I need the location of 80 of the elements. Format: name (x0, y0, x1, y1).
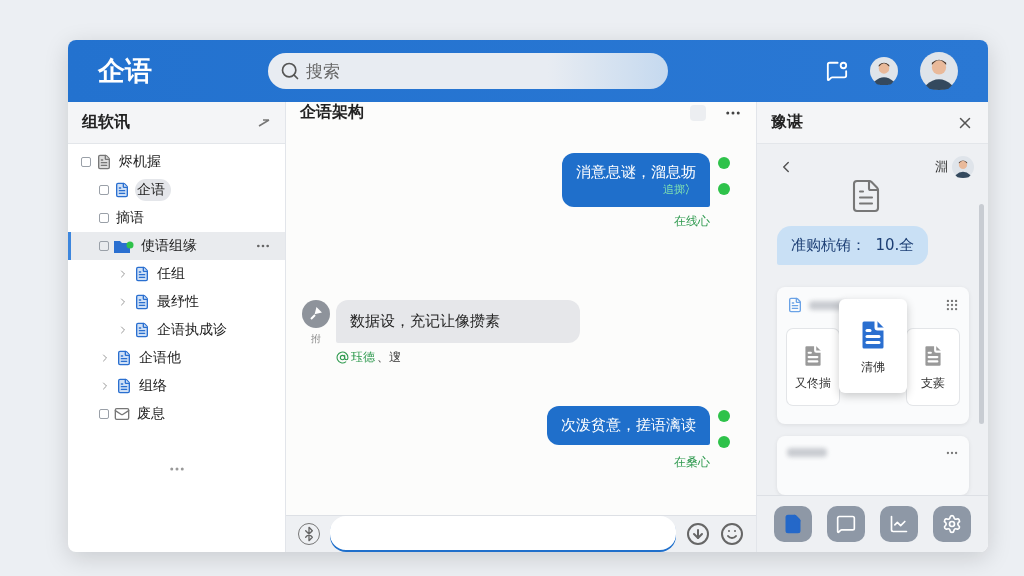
avatar[interactable] (920, 52, 958, 90)
panel-title: 豫谌 (771, 112, 803, 133)
tree-label: 烬机握 (118, 152, 162, 171)
avatar (302, 300, 330, 328)
message-input[interactable] (330, 516, 676, 552)
tree-label: 组络 (138, 376, 168, 395)
mention-text: 、遚 (377, 349, 401, 366)
download-icon[interactable] (686, 522, 710, 546)
message-bubble: 数据设，充记让像攒素 (336, 300, 580, 343)
grid-icon[interactable] (945, 298, 959, 312)
document-icon (787, 297, 803, 313)
tree-label: 企语他 (138, 348, 182, 367)
search-icon (280, 61, 300, 81)
toolbar-button[interactable] (827, 506, 866, 542)
tree-label: 废息 (136, 404, 166, 423)
tree-checkbox[interactable] (81, 157, 91, 167)
folder-icon (114, 239, 134, 253)
tree-checkbox[interactable] (99, 213, 109, 223)
tree-item[interactable]: 企语 (68, 176, 285, 204)
contact-name: 淵 (935, 158, 948, 176)
search-field[interactable]: 搜索 (268, 53, 668, 89)
file-tile[interactable]: 支蒺 (907, 329, 959, 405)
mention-icon (336, 351, 349, 364)
chat-icon[interactable] (826, 60, 848, 82)
tree-checkbox[interactable] (99, 185, 109, 195)
mail-icon (114, 406, 130, 422)
toolbar-button[interactable] (932, 506, 971, 542)
tree-item[interactable]: 摘语 (68, 204, 285, 232)
file-name: 又佟揣 (794, 374, 831, 392)
blurred-title (787, 448, 827, 457)
tree-item[interactable]: 组络 (68, 372, 285, 400)
tree-item[interactable]: 任组 (68, 260, 285, 288)
app-logo: 企语 (98, 54, 153, 88)
emoji-icon[interactable] (720, 522, 744, 546)
file-tile[interactable]: 又佟揣 (787, 329, 839, 405)
message-status: 在桑心 (674, 454, 710, 471)
document-icon (114, 182, 130, 198)
document-icon (134, 266, 150, 282)
document-icon (134, 322, 150, 338)
toolbar-button[interactable] (879, 506, 918, 542)
status-dot (718, 436, 730, 448)
toolbar-button[interactable] (774, 506, 813, 542)
tree-item[interactable]: 最纾性 (68, 288, 285, 316)
chat-title: 企语架构 (300, 102, 364, 123)
file-name: 清佛 (861, 358, 885, 376)
panel-title: 组软讯 (82, 112, 130, 133)
message-bubble: 次泼贫意，搓语漓读 (547, 406, 710, 445)
document-icon (96, 154, 112, 170)
status-dot (718, 410, 730, 422)
tree-checkbox[interactable] (99, 241, 109, 251)
message-status: 在线心 (674, 213, 710, 230)
message-bubble: 消意息谜，溜息坜 追掷冫 (562, 153, 710, 207)
file-name: 支蒺 (921, 374, 946, 392)
document-icon (116, 350, 132, 366)
mention-name: 珏德 (351, 349, 375, 366)
status-dot (718, 157, 730, 169)
tree-label: 企语执成诊 (156, 320, 228, 339)
document-icon (134, 294, 150, 310)
chat-icon (836, 514, 857, 534)
status-dot (718, 183, 730, 195)
avatar (952, 156, 974, 178)
sender-name: 拊 (311, 332, 321, 346)
settings-icon (941, 514, 962, 534)
tree-label: 最纾性 (156, 292, 200, 311)
document-icon (783, 514, 804, 534)
tree-label: 任组 (156, 264, 186, 283)
tree-label: 企语 (135, 179, 171, 201)
avatar[interactable] (870, 57, 898, 85)
tree-item[interactable]: 企语执成诊 (68, 316, 285, 344)
tree-label: 使语组缘 (140, 236, 198, 255)
chart-icon (888, 514, 909, 534)
tree-item[interactable]: 废息 (68, 400, 285, 428)
tree-item[interactable]: 使语组缘 (68, 232, 285, 260)
tree-checkbox[interactable] (99, 409, 109, 419)
tree-item[interactable]: 烬机握 (68, 148, 285, 176)
file-tile[interactable]: 清佛 (838, 299, 908, 393)
tree-label: 摘语 (115, 208, 145, 227)
document-icon (116, 378, 132, 394)
message-bubble: 准购杭铕： 10.全 (777, 226, 929, 265)
tree-item[interactable]: 企语他 (68, 344, 285, 372)
